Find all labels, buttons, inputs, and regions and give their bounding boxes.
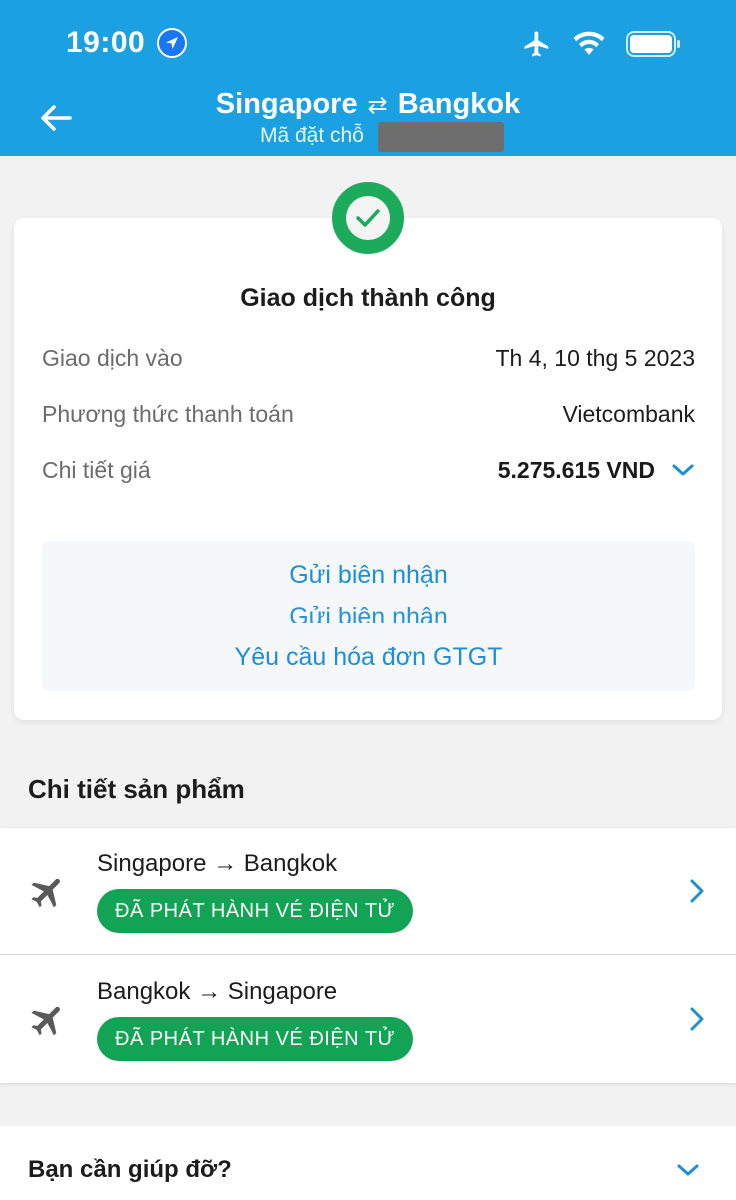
help-section[interactable]: Bạn cần giúp đỡ? xyxy=(0,1126,736,1200)
row-value: Vietcombank xyxy=(562,400,695,427)
status-time: 19:00 xyxy=(66,26,146,59)
chevron-down-icon[interactable] xyxy=(676,1162,700,1178)
send-receipt-link[interactable]: Gửi biên nhận xyxy=(42,561,695,590)
request-vat-invoice-link[interactable]: Yêu cầu hóa đơn GTGT xyxy=(42,643,695,672)
status-icons xyxy=(522,28,682,60)
battery-icon xyxy=(626,31,680,57)
airplane-icon xyxy=(31,878,60,908)
redacted-booking-code xyxy=(378,122,504,152)
origin-city: Singapore xyxy=(215,88,358,120)
product-list: Singapore → Bangkok ĐÃ PHÁT HÀNH VÉ ĐIỆN… xyxy=(0,828,736,1083)
row-label: Phương thức thanh toán xyxy=(42,400,294,427)
chevron-right-icon[interactable] xyxy=(688,1006,706,1032)
destination-city: Bangkok xyxy=(397,88,521,120)
wifi-icon xyxy=(573,31,605,55)
swap-icon: ⇄ xyxy=(367,92,388,119)
product-item-return[interactable]: Bangkok → Singapore ĐÃ PHÁT HÀNH VÉ ĐIỆN… xyxy=(0,956,736,1083)
booking-code-label: Mã đặt chỗ xyxy=(260,124,364,147)
row-label: Chi tiết giá xyxy=(42,456,151,483)
chevron-right-icon[interactable] xyxy=(688,878,706,904)
receipt-actions: Gửi biên nhận Gửi biên nhận Yêu cầu hóa … xyxy=(42,541,695,691)
transaction-status-title: Giao dịch thành công xyxy=(240,284,496,312)
row-value: Th 4, 10 thg 5 2023 xyxy=(495,344,696,371)
chevron-down-icon[interactable] xyxy=(671,462,695,478)
price-value[interactable]: 5.275.615 VND xyxy=(498,457,695,484)
product-route: Singapore → Bangkok xyxy=(97,850,338,877)
product-route: Bangkok → Singapore xyxy=(97,978,338,1005)
app-header: 19:00 Singapore ⇄ Bangkok Mã đặt chỗ xyxy=(0,0,736,156)
location-arrow-icon xyxy=(157,28,187,58)
row-label: Giao dịch vào xyxy=(42,344,183,371)
route-title: Singapore ⇄ Bangkok xyxy=(0,88,736,121)
transaction-card: Giao dịch thành công Giao dịch vào Th 4,… xyxy=(14,218,722,720)
airplane-icon xyxy=(31,1006,60,1036)
payment-method-row: Phương thức thanh toán Vietcombank xyxy=(42,396,695,432)
success-check-icon xyxy=(332,182,404,254)
price-detail-row[interactable]: Chi tiết giá 5.275.615 VND xyxy=(42,452,695,488)
send-receipt-link-ghost: Gửi biên nhận xyxy=(289,603,448,623)
help-title: Bạn cần giúp đỡ? xyxy=(28,1156,232,1183)
airplane-mode-icon xyxy=(524,31,549,57)
product-item-outbound[interactable]: Singapore → Bangkok ĐÃ PHÁT HÀNH VÉ ĐIỆN… xyxy=(0,828,736,955)
e-ticket-issued-badge: ĐÃ PHÁT HÀNH VÉ ĐIỆN TỬ xyxy=(97,889,414,933)
product-details-title: Chi tiết sản phẩm xyxy=(28,774,245,804)
e-ticket-issued-badge: ĐÃ PHÁT HÀNH VÉ ĐIỆN TỬ xyxy=(97,1017,414,1061)
total-price: 5.275.615 VND xyxy=(497,456,655,483)
transaction-date-row: Giao dịch vào Th 4, 10 thg 5 2023 xyxy=(42,340,695,376)
